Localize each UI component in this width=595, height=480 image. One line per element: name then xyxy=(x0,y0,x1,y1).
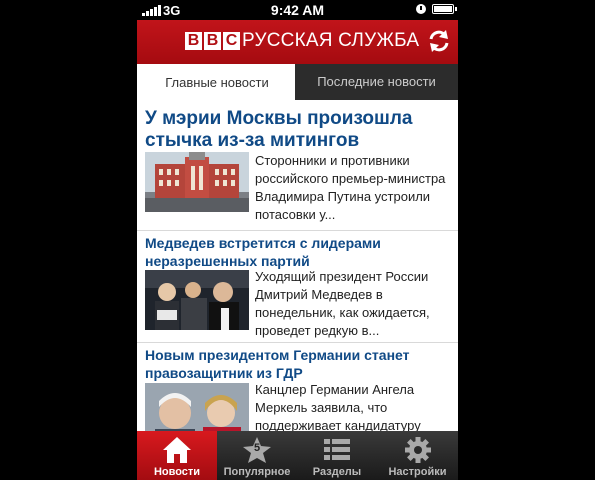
bottom-tab-bar: Новости 5 Популярное Разделы Настройки xyxy=(137,431,458,480)
popular-count: 5 xyxy=(253,442,261,454)
story-thumbnail xyxy=(145,270,249,330)
story-summary: Канцлер Германии Ангела Меркель заявила,… xyxy=(255,382,421,431)
tabbar-label: Настройки xyxy=(388,466,447,478)
list-icon xyxy=(322,436,352,467)
service-title: РУССКАЯ СЛУЖБА xyxy=(242,30,420,51)
divider xyxy=(137,342,458,343)
story-headline[interactable]: Медведев встретится с лидерами неразреше… xyxy=(145,234,445,270)
bbc-logo: BBC xyxy=(185,32,240,50)
story-summary: Сторонники и противники российского прем… xyxy=(255,153,446,222)
tabbar-settings[interactable]: Настройки xyxy=(377,431,458,480)
alarm-icon xyxy=(416,4,426,14)
home-icon xyxy=(162,436,192,467)
battery-icon xyxy=(432,4,457,14)
phone-screen: 3G 9:42 AM BBC РУССКАЯ СЛУЖБА Главные но… xyxy=(137,0,458,480)
clock: 9:42 AM xyxy=(270,2,325,18)
status-bar: 3G 9:42 AM xyxy=(137,0,458,20)
news-tabs: Главные новости Последние новости xyxy=(137,64,458,100)
tabbar-sections[interactable]: Разделы xyxy=(297,431,377,480)
story-thumbnail xyxy=(145,152,249,212)
story-thumbnail xyxy=(145,383,249,431)
gear-icon xyxy=(403,436,433,467)
refresh-icon[interactable] xyxy=(426,28,452,54)
tabbar-news[interactable]: Новости xyxy=(137,431,217,480)
story-summary: Уходящий президент России Дмитрий Медвед… xyxy=(255,269,430,338)
tabbar-label: Разделы xyxy=(312,466,362,478)
tab-main-news[interactable]: Главные новости xyxy=(139,66,295,100)
app-header: BBC РУССКАЯ СЛУЖБА xyxy=(137,20,458,64)
tabbar-popular[interactable]: 5 Популярное xyxy=(217,431,297,480)
story-headline[interactable]: У мэрии Москвы произошла стычка из-за ми… xyxy=(145,108,455,152)
story-list: У мэрии Москвы произошла стычка из-за ми… xyxy=(137,100,458,431)
tabbar-label: Новости xyxy=(153,466,201,478)
divider xyxy=(137,230,458,231)
tabbar-label: Популярное xyxy=(223,466,291,478)
tab-latest-news[interactable]: Последние новости xyxy=(295,64,458,100)
story-headline[interactable]: Новым президентом Германии станет правоз… xyxy=(145,346,445,382)
